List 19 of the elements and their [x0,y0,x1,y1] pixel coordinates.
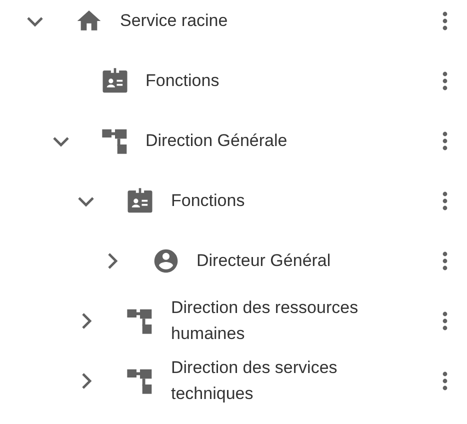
more-options-icon[interactable] [442,131,448,151]
node-label[interactable]: Service racine [120,8,228,34]
id-badge-icon [100,67,128,95]
more-options-icon[interactable] [442,71,448,91]
node-label[interactable]: Direction Générale [146,128,288,154]
node-label[interactable]: Fonctions [146,68,220,94]
node-label[interactable]: Direction des ressources humaines [171,295,401,347]
more-options-icon[interactable] [442,251,448,271]
more-options-icon[interactable] [442,371,448,391]
node-label[interactable]: Directeur Général [196,248,331,274]
id-badge-icon [126,187,154,215]
more-options-icon[interactable] [442,191,448,211]
org-chart-icon [126,307,154,335]
node-label[interactable]: Fonctions [171,188,245,214]
node-label[interactable]: Direction des services techniques [171,355,401,407]
more-options-icon[interactable] [442,11,448,31]
more-options-icon[interactable] [442,311,448,331]
org-chart-icon [126,367,154,395]
org-chart-icon [100,127,128,155]
